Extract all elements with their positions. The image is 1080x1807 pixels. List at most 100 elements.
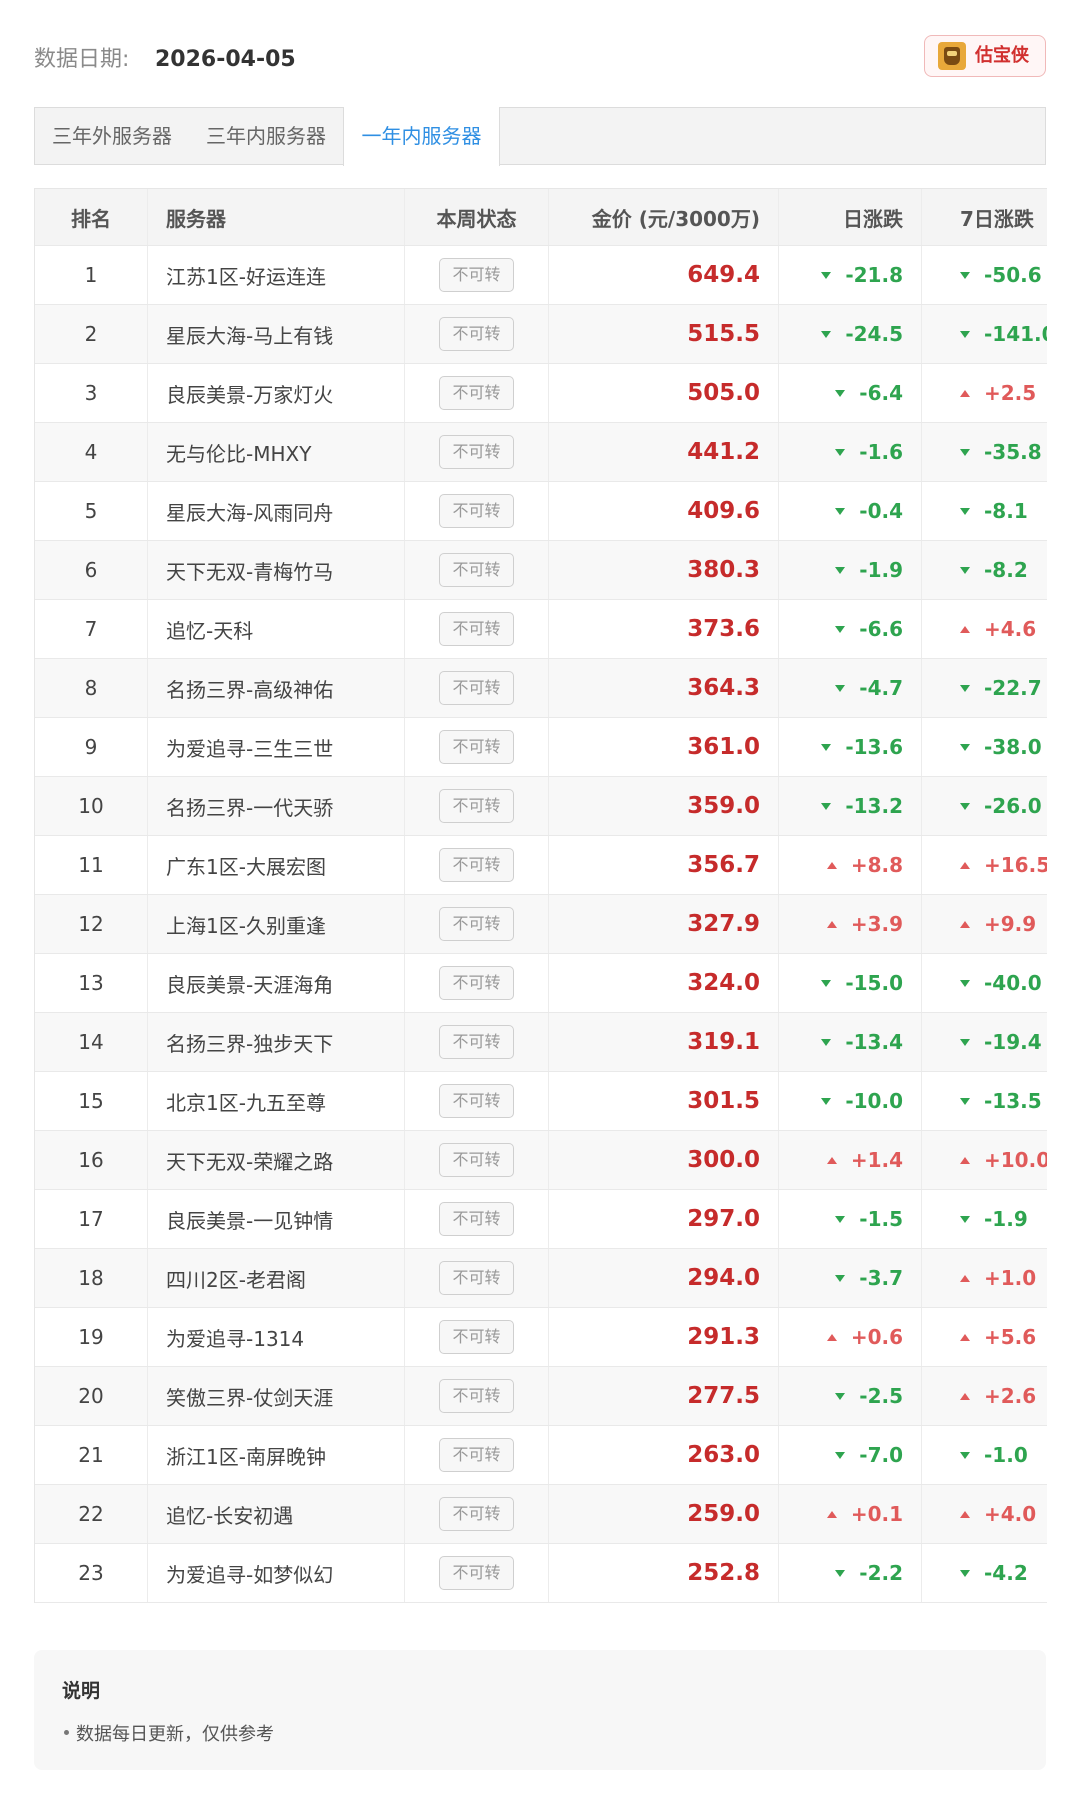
server-name: 上海1区-久别重逢 [166, 913, 326, 938]
server-cell: 广东1区-大展宏图 [148, 836, 405, 894]
triangle-down-icon [960, 1569, 970, 1577]
server-cell: 良辰美景-天涯海角 [148, 954, 405, 1012]
week-change-cell: +5.6 [922, 1308, 1047, 1366]
rank-value: 16 [78, 1148, 104, 1172]
week-change-cell: +1.0 [922, 1249, 1047, 1307]
price-value: 277.5 [687, 1383, 760, 1409]
rank-cell: 17 [35, 1190, 148, 1248]
table-row[interactable]: 20 笑傲三界-仗剑天涯 不可转 277.5 -2.5 +2.6 [35, 1367, 1047, 1426]
triangle-down-icon [960, 802, 970, 810]
price-cell: 252.8 [549, 1544, 779, 1602]
triangle-down-icon [821, 743, 832, 751]
day-change-value: -13.4 [845, 1030, 903, 1054]
server-name: 名扬三界-一代天骄 [166, 795, 334, 820]
server-name: 名扬三界-独步天下 [166, 1031, 334, 1056]
table-row[interactable]: 1 江苏1区-好运连连 不可转 649.4 -21.8 -50.6 [35, 246, 1047, 305]
day-change: -3.7 [835, 1266, 903, 1290]
day-change: -13.2 [821, 794, 903, 818]
price-cell: 263.0 [549, 1426, 779, 1484]
day-change-value: +3.9 [850, 912, 903, 936]
table-row[interactable]: 11 广东1区-大展宏图 不可转 356.7 +8.8 +16.5 [35, 836, 1047, 895]
tab-within-one-year[interactable]: 一年内服务器 [343, 107, 500, 166]
rank-cell: 7 [35, 600, 148, 658]
week-change-value: -8.1 [984, 499, 1028, 523]
day-change-value: +1.4 [850, 1148, 903, 1172]
status-badge: 不可转 [439, 1497, 514, 1531]
week-change-value: -19.4 [984, 1030, 1042, 1054]
price-value: 515.5 [687, 321, 760, 347]
server-name: 无与伦比-MHXY [166, 441, 312, 466]
day-change: -7.0 [835, 1443, 903, 1467]
status-badge: 不可转 [439, 1143, 514, 1177]
table-row[interactable]: 22 追忆-长安初遇 不可转 259.0 +0.1 +4.0 [35, 1485, 1047, 1544]
table-row[interactable]: 8 名扬三界-高级神佑 不可转 364.3 -4.7 -22.7 [35, 659, 1047, 718]
day-change-cell: -1.9 [779, 541, 922, 599]
week-change-cell: -8.2 [922, 541, 1047, 599]
price-value: 649.4 [687, 262, 760, 288]
table-row[interactable]: 7 追忆-天科 不可转 373.6 -6.6 +4.6 [35, 600, 1047, 659]
server-tabs: 三年外服务器 三年内服务器 一年内服务器 [34, 107, 1046, 166]
rank-cell: 20 [35, 1367, 148, 1425]
table-row[interactable]: 18 四川2区-老君阁 不可转 294.0 -3.7 +1.0 [35, 1249, 1047, 1308]
rank-value: 7 [84, 617, 98, 641]
table-row[interactable]: 13 良辰美景-天涯海角 不可转 324.0 -15.0 -40.0 [35, 954, 1047, 1013]
table-row[interactable]: 2 星辰大海-马上有钱 不可转 515.5 -24.5 -141.0 [35, 305, 1047, 364]
week-change-cell: +9.9 [922, 895, 1047, 953]
table-row[interactable]: 21 浙江1区-南屏晚钟 不可转 263.0 -7.0 -1.0 [35, 1426, 1047, 1485]
tab-over-three-years[interactable]: 三年外服务器 [35, 107, 189, 165]
week-change-value: -22.7 [984, 676, 1042, 700]
server-cell: 为爱追寻-三生三世 [148, 718, 405, 776]
day-change-cell: +8.8 [779, 836, 922, 894]
rank-cell: 18 [35, 1249, 148, 1307]
table-row[interactable]: 16 天下无双-荣耀之路 不可转 300.0 +1.4 +10.0 [35, 1131, 1047, 1190]
table-row[interactable]: 6 天下无双-青梅竹马 不可转 380.3 -1.9 -8.2 [35, 541, 1047, 600]
triangle-down-icon [821, 802, 832, 810]
day-change-cell: -13.4 [779, 1013, 922, 1071]
day-change-value: -21.8 [845, 263, 903, 287]
price-value: 300.0 [687, 1147, 760, 1173]
server-name: 星辰大海-马上有钱 [166, 323, 334, 348]
week-change-cell: -1.0 [922, 1426, 1047, 1484]
triangle-down-icon [835, 448, 846, 456]
status-cell: 不可转 [405, 1131, 549, 1189]
week-change: -1.0 [960, 1443, 1028, 1467]
server-cell: 追忆-长安初遇 [148, 1485, 405, 1543]
table-row[interactable]: 14 名扬三界-独步天下 不可转 319.1 -13.4 -19.4 [35, 1013, 1047, 1072]
day-change: -6.4 [835, 381, 903, 405]
table-row[interactable]: 15 北京1区-九五至尊 不可转 301.5 -10.0 -13.5 [35, 1072, 1047, 1131]
table-row[interactable]: 19 为爱追寻-1314 不可转 291.3 +0.6 +5.6 [35, 1308, 1047, 1367]
status-badge: 不可转 [439, 494, 514, 528]
day-change: +8.8 [826, 853, 903, 877]
table-row[interactable]: 12 上海1区-久别重逢 不可转 327.9 +3.9 +9.9 [35, 895, 1047, 954]
table-row[interactable]: 5 星辰大海-风雨同舟 不可转 409.6 -0.4 -8.1 [35, 482, 1047, 541]
note-item: 数据每日更新，仅供参考 [64, 1720, 274, 1746]
rank-value: 8 [84, 676, 98, 700]
status-badge: 不可转 [439, 1379, 514, 1413]
status-badge: 不可转 [439, 848, 514, 882]
table-row[interactable]: 9 为爱追寻-三生三世 不可转 361.0 -13.6 -38.0 [35, 718, 1047, 777]
triangle-down-icon [835, 684, 846, 692]
server-cell: 良辰美景-一见钟情 [148, 1190, 405, 1248]
header-day-change: 日涨跌 [779, 189, 922, 245]
status-cell: 不可转 [405, 1426, 549, 1484]
week-change: +5.6 [960, 1325, 1036, 1349]
rank-value: 23 [78, 1561, 104, 1585]
table-row[interactable]: 17 良辰美景-一见钟情 不可转 297.0 -1.5 -1.9 [35, 1190, 1047, 1249]
price-value: 380.3 [687, 557, 760, 583]
week-change-value: +5.6 [984, 1325, 1037, 1349]
week-change: -141.0 [960, 322, 1047, 346]
day-change-cell: -2.5 [779, 1367, 922, 1425]
week-change-value: -1.9 [984, 1207, 1028, 1231]
triangle-up-icon [826, 1510, 837, 1518]
tab-within-three-years[interactable]: 三年内服务器 [189, 107, 343, 165]
day-change-value: -1.9 [859, 558, 903, 582]
server-cell: 浙江1区-南屏晚钟 [148, 1426, 405, 1484]
status-badge: 不可转 [439, 1025, 514, 1059]
brand-badge[interactable]: 估宝侠 [924, 35, 1046, 77]
table-row[interactable]: 10 名扬三界-一代天骄 不可转 359.0 -13.2 -26.0 [35, 777, 1047, 836]
table-row[interactable]: 4 无与伦比-MHXY 不可转 441.2 -1.6 -35.8 [35, 423, 1047, 482]
table-row[interactable]: 3 良辰美景-万家灯火 不可转 505.0 -6.4 +2.5 [35, 364, 1047, 423]
status-cell: 不可转 [405, 954, 549, 1012]
table-row[interactable]: 23 为爱追寻-如梦似幻 不可转 252.8 -2.2 -4.2 [35, 1544, 1047, 1603]
server-cell: 北京1区-九五至尊 [148, 1072, 405, 1130]
